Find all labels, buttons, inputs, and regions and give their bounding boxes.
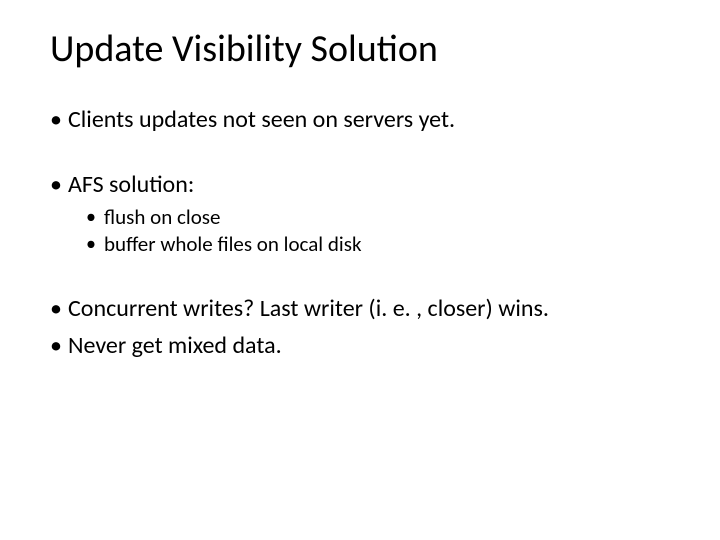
bullet-item: Clients updates not seen on servers yet. [50,104,670,135]
bullet-item: Concurrent writes? Last writer (i. e. , … [50,293,670,324]
bullet-item: Never get mixed data. [50,330,670,361]
bullet-list: Clients updates not seen on servers yet. [50,104,670,135]
slide: Update Visibility Solution Clients updat… [0,0,720,540]
bullet-list: AFS solution: flush on close buffer whol… [50,169,670,259]
bullet-list: Concurrent writes? Last writer (i. e. , … [50,293,670,361]
spacer [50,141,670,169]
sub-bullet-item: flush on close [68,204,670,231]
sub-bullet-item: buffer whole files on local disk [68,231,670,258]
bullet-item: AFS solution: flush on close buffer whol… [50,169,670,259]
sub-bullet-list: flush on close buffer whole files on loc… [68,204,670,259]
slide-title: Update Visibility Solution [50,28,670,72]
bullet-text: AFS solution: [68,170,194,199]
spacer [50,265,670,293]
